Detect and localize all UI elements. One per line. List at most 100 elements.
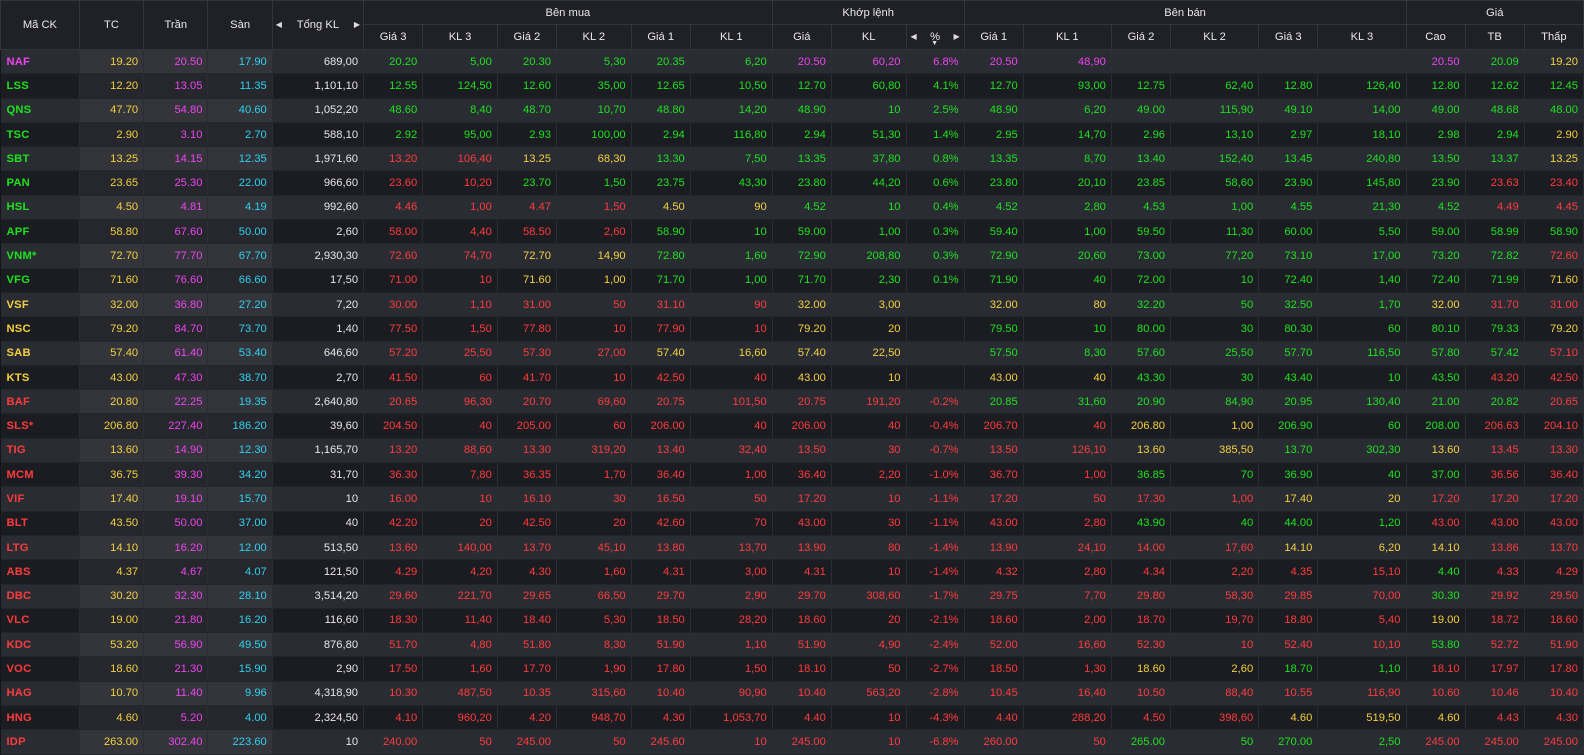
col-header-floor[interactable]: Sàn xyxy=(207,0,273,50)
symbol-cell[interactable]: PAN xyxy=(0,170,80,196)
col-header-sell-2[interactable]: KL 1 xyxy=(1022,24,1112,50)
col-header-buy-5[interactable]: Giá 1 xyxy=(630,24,691,50)
table-row[interactable]: MCM 36.75 39.30 34.20 31,70 36.30 7,80 36.35 1,7… xyxy=(0,462,1584,488)
symbol-cell[interactable]: KTS xyxy=(0,365,80,391)
col-header-sell-5[interactable]: Giá 3 xyxy=(1258,24,1319,50)
symbol-cell[interactable]: NSC xyxy=(0,316,80,342)
symbol-cell[interactable]: HNG xyxy=(0,705,80,731)
col-header-sell-6[interactable]: KL 3 xyxy=(1317,24,1407,50)
sell-price-1-cell: 4.32 xyxy=(964,559,1024,585)
col-header-buy-4[interactable]: KL 2 xyxy=(555,24,632,50)
floor-cell: 12.35 xyxy=(207,146,273,172)
table-row[interactable]: HNG 4.60 5.20 4.00 2,324,50 4.10 960,20 4.20 948… xyxy=(0,705,1584,731)
sell-price-2-cell: 43.30 xyxy=(1111,365,1172,391)
table-row[interactable]: VIF 17.40 19.10 15.70 10 16.00 10 16.10 30 16.50 5… xyxy=(0,486,1584,512)
symbol-cell[interactable]: TSC xyxy=(0,122,80,148)
col-header-match-1[interactable]: Giá xyxy=(771,24,832,50)
table-row[interactable]: BLT 43.50 50.00 37.00 40 42.20 20 42.50 20 42.60 7… xyxy=(0,511,1584,536)
col-header-sell-3[interactable]: Giá 2 xyxy=(1110,24,1172,50)
col-header-sell-4[interactable]: KL 2 xyxy=(1170,24,1260,50)
table-row[interactable]: LTG 14.10 16.20 12.00 513,50 13.60 140,00 13.70… xyxy=(0,535,1584,561)
symbol-cell[interactable]: HSL xyxy=(0,195,80,221)
table-row[interactable]: SAB 57.40 61.40 53.40 646,60 57.20 25,50 57.30 2… xyxy=(0,341,1584,366)
col-header-match-2[interactable]: KL xyxy=(830,24,907,50)
symbol-cell[interactable]: TIG xyxy=(0,438,80,464)
table-row[interactable]: HSL 4.50 4.81 4.19 992,60 4.46 1,00 4.47 1,50 4.5… xyxy=(0,195,1584,221)
table-row[interactable]: SLS* 206.80 227.40 186.20 39,60 204.50 40 205.0… xyxy=(0,413,1584,439)
symbol-cell[interactable]: SAB xyxy=(0,341,80,366)
symbol-cell[interactable]: LSS xyxy=(0,73,80,99)
col-header-price-3[interactable]: Thấp xyxy=(1523,24,1584,50)
table-row[interactable]: IDP 263.00 302.40 223.60 10 240.00 50 245.00 50 2… xyxy=(0,729,1584,755)
table-row[interactable]: VLC 19.00 21.80 16.20 116,60 18.30 11,40 18.40 5… xyxy=(0,608,1584,634)
table-row[interactable]: NSC 79.20 84.70 73.70 1,40 77.50 1,50 77.80 10 77… xyxy=(0,316,1584,342)
col-header-sell-1[interactable]: Giá 1 xyxy=(963,24,1024,50)
symbol-cell[interactable]: BAF xyxy=(0,389,80,415)
table-row[interactable]: LSS 12.20 13.05 11.35 1,101,10 12.55 124,50 12.… xyxy=(0,73,1584,99)
table-row[interactable]: ABS 4.37 4.67 4.07 121,50 4.29 4,20 4.30 1,60 4.3… xyxy=(0,559,1584,585)
symbol-cell[interactable]: LTG xyxy=(0,535,80,561)
table-row[interactable]: VNM* 72.70 77.70 67.70 2,930,30 72.60 74,70 72.… xyxy=(0,243,1584,269)
col-header-total-volume[interactable]: ◀ Tổng KL ▶ xyxy=(271,0,365,50)
symbol-cell[interactable]: KDC xyxy=(0,632,80,658)
col-header-buy-3[interactable]: Giá 2 xyxy=(496,24,557,50)
col-header-price-2[interactable]: TB xyxy=(1464,24,1525,50)
table-row[interactable]: BAF 20.80 22.25 19.35 2,640,80 20.65 96,30 20.7… xyxy=(0,389,1584,415)
col-header-buy-6[interactable]: KL 1 xyxy=(689,24,773,50)
table-row[interactable]: KDC 53.20 56.90 49.50 876,80 51.70 4,80 51.80 8,… xyxy=(0,632,1584,658)
sell-vol-3-cell: 60 xyxy=(1317,413,1407,439)
table-row[interactable]: VFG 71.60 76.60 66.60 17,50 71.00 10 71.60 1,00 7… xyxy=(0,268,1584,293)
symbol-cell[interactable]: VLC xyxy=(0,608,80,634)
symbol-cell[interactable]: VNM* xyxy=(0,243,80,269)
symbol-cell[interactable]: SLS* xyxy=(0,413,80,439)
table-row[interactable]: VSF 32.00 36.80 27.20 7,20 30.00 1,10 31.00 50 31… xyxy=(0,292,1584,318)
sell-vol-3-cell: 240,80 xyxy=(1317,146,1407,172)
table-row[interactable]: TIG 13.60 14.90 12.30 1,165,70 13.20 88,60 13.3… xyxy=(0,438,1584,464)
table-row[interactable]: SBT 13.25 14.15 12.35 1,971,60 13.20 106,40 13.… xyxy=(0,146,1584,172)
table-row[interactable]: VOC 18.60 21.30 15.90 2,90 17.50 1,60 17.70 1,90… xyxy=(0,656,1584,682)
symbol-cell[interactable]: BLT xyxy=(0,511,80,536)
symbol-cell[interactable]: MCM xyxy=(0,462,80,488)
symbol-cell[interactable]: APF xyxy=(0,219,80,245)
col-header-buy-2[interactable]: KL 3 xyxy=(422,24,498,50)
buy-price-2-cell: 58.50 xyxy=(497,219,557,245)
symbol-cell[interactable]: ABS xyxy=(0,559,80,585)
symbol-cell[interactable]: DBC xyxy=(0,584,80,609)
table-row[interactable]: QNS 47.70 54.80 40.60 1,052,20 48.60 8,40 48.70… xyxy=(0,98,1584,123)
symbol-cell[interactable]: VOC xyxy=(0,656,80,682)
floor-cell: 2.70 xyxy=(207,122,273,148)
table-row[interactable]: KTS 43.00 47.30 38.70 2,70 41.50 60 41.70 10 42.5… xyxy=(0,365,1584,391)
caret-left-icon[interactable]: ◀ xyxy=(911,32,917,41)
col-header-ceiling[interactable]: Trần xyxy=(143,0,209,50)
sort-down-icon[interactable]: ▼ xyxy=(931,40,938,47)
caret-right-icon[interactable]: ▶ xyxy=(354,20,360,29)
col-header-symbol[interactable]: Mã CK xyxy=(0,0,80,50)
col-header-price-1[interactable]: Cao xyxy=(1405,24,1466,50)
table-row[interactable]: PAN 23.65 25.30 22.00 966,60 23.60 10,20 23.70 1… xyxy=(0,170,1584,196)
symbol-cell[interactable]: NAF xyxy=(0,49,80,75)
symbol-cell[interactable]: VFG xyxy=(0,268,80,293)
caret-left-icon[interactable]: ◀ xyxy=(276,20,282,29)
col-header-ref[interactable]: TC xyxy=(78,0,145,50)
avg-cell: 57.42 xyxy=(1465,341,1525,366)
table-row[interactable]: APF 58.80 67.60 50.00 2,60 58.00 4,40 58.50 2,60… xyxy=(0,219,1584,245)
table-row[interactable]: NAF 19.20 20.50 17.90 689,00 20.20 5,00 20.30 5,… xyxy=(0,49,1584,75)
col-header-buy-1[interactable]: Giá 3 xyxy=(363,24,424,50)
symbol-cell[interactable]: VSF xyxy=(0,292,80,318)
sell-price-2-cell: 20.90 xyxy=(1111,389,1172,415)
buy-vol-2-cell: 20 xyxy=(556,511,632,536)
symbol-cell[interactable]: QNS xyxy=(0,98,80,123)
table-row[interactable]: DBC 30.20 32.30 28.10 3,514,20 29.60 221,70 29.… xyxy=(0,584,1584,609)
symbol-cell[interactable]: HAG xyxy=(0,681,80,707)
sell-price-3-cell: 44.00 xyxy=(1258,511,1319,536)
sell-price-2-cell: 52.30 xyxy=(1111,632,1172,658)
symbol-cell[interactable]: SBT xyxy=(0,146,80,172)
table-row[interactable]: HAG 10.70 11.40 9.96 4,318,90 10.30 487,50 10.3… xyxy=(0,681,1584,707)
sell-price-1-cell: 48.90 xyxy=(964,98,1024,123)
buy-price-1-cell: 23.75 xyxy=(631,170,691,196)
symbol-cell[interactable]: IDP xyxy=(0,729,80,755)
table-row[interactable]: TSC 2.90 3.10 2.70 588,10 2.92 95,00 2.93 100,00… xyxy=(0,122,1584,148)
col-header-match-change[interactable]: ◀% ▼ ▶ xyxy=(905,24,965,50)
symbol-cell[interactable]: VIF xyxy=(0,486,80,512)
caret-right-icon[interactable]: ▶ xyxy=(953,32,959,41)
